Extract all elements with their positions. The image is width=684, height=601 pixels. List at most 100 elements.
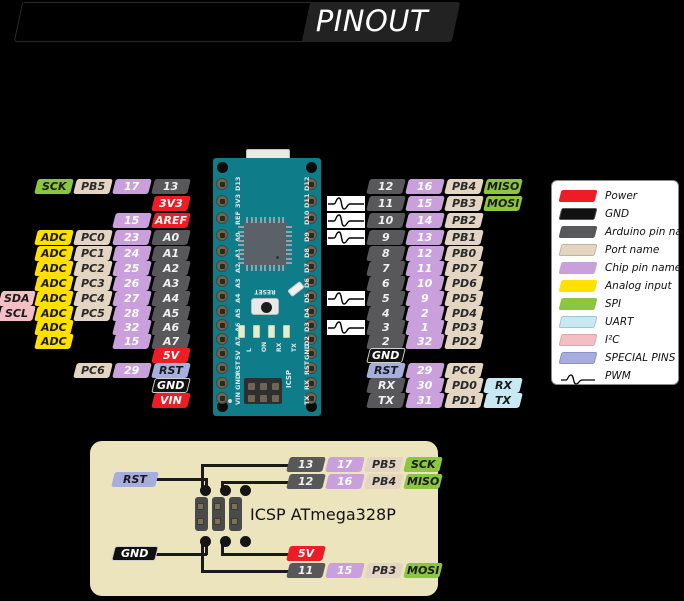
board-pad-gnd[interactable] bbox=[216, 377, 228, 389]
board-pad-a4[interactable] bbox=[216, 290, 228, 302]
pin-chip-pc5[interactable]: PC5 bbox=[73, 306, 113, 321]
pin-chip-a6[interactable]: A6 bbox=[151, 320, 191, 335]
pin-chip-pd1[interactable]: PD1 bbox=[444, 393, 484, 408]
pin-chip-adc[interactable]: ADC bbox=[34, 291, 74, 306]
pin-chip-6[interactable]: 6 bbox=[366, 276, 406, 291]
board-pad-5v[interactable] bbox=[216, 347, 228, 359]
pin-chip-pc4[interactable]: PC4 bbox=[73, 291, 113, 306]
pin-chip-3[interactable]: 3 bbox=[366, 320, 406, 335]
icsp-connector-column[interactable] bbox=[212, 497, 225, 531]
pin-chip-a0[interactable]: A0 bbox=[151, 230, 191, 245]
pin-chip-pb5[interactable]: PB5 bbox=[73, 179, 113, 194]
pin-chip-scl[interactable]: SCL bbox=[0, 306, 36, 321]
pin-chip-gnd[interactable]: GND bbox=[151, 378, 191, 393]
pin-chip-31[interactable]: 31 bbox=[405, 393, 445, 408]
pin-chip-pd2[interactable]: PD2 bbox=[444, 334, 484, 349]
pin-chip-13[interactable]: 13 bbox=[286, 457, 326, 472]
pin-chip-5v[interactable]: 5V bbox=[151, 348, 191, 363]
pin-chip-pd5[interactable]: PD5 bbox=[444, 291, 484, 306]
pin-chip-2[interactable]: 2 bbox=[405, 306, 445, 321]
pin-chip-pb3[interactable]: PB3 bbox=[444, 196, 484, 211]
pin-chip-15[interactable]: 15 bbox=[112, 334, 152, 349]
board-icsp-pin[interactable] bbox=[260, 395, 267, 402]
pin-chip-a1[interactable]: A1 bbox=[151, 246, 191, 261]
pin-chip-miso[interactable]: MISO bbox=[403, 474, 443, 489]
pin-chip-3v3[interactable]: 3V3 bbox=[151, 196, 191, 211]
board-icsp-pin[interactable] bbox=[260, 383, 267, 390]
board-pad-a5[interactable] bbox=[216, 305, 228, 317]
board-pad-d13[interactable] bbox=[216, 178, 228, 190]
pin-chip-mosi[interactable]: MOSI bbox=[483, 196, 523, 211]
pin-chip-pc2[interactable]: PC2 bbox=[73, 261, 113, 276]
pin-chip-gnd[interactable]: GND bbox=[111, 546, 159, 561]
pin-chip-pd0[interactable]: PD0 bbox=[444, 378, 484, 393]
pin-chip-pb3[interactable]: PB3 bbox=[364, 563, 404, 578]
pin-chip-11[interactable]: 11 bbox=[405, 261, 445, 276]
pin-chip-pd4[interactable]: PD4 bbox=[444, 306, 484, 321]
pin-chip-5v[interactable]: 5V bbox=[286, 546, 326, 561]
pin-chip-a3[interactable]: A3 bbox=[151, 276, 191, 291]
pin-chip-a7[interactable]: A7 bbox=[151, 334, 191, 349]
pin-chip-17[interactable]: 17 bbox=[112, 179, 152, 194]
pin-chip-29[interactable]: 29 bbox=[112, 363, 152, 378]
board-pad-rst[interactable] bbox=[216, 362, 228, 374]
pin-chip-gnd[interactable]: GND bbox=[366, 348, 406, 363]
pin-chip-14[interactable]: 14 bbox=[405, 213, 445, 228]
pin-chip-8[interactable]: 8 bbox=[366, 246, 406, 261]
board-pad-a3[interactable] bbox=[216, 275, 228, 287]
pin-chip-11[interactable]: 11 bbox=[366, 196, 406, 211]
pin-chip-pb1[interactable]: PB1 bbox=[444, 230, 484, 245]
pin-chip-adc[interactable]: ADC bbox=[34, 306, 74, 321]
pin-chip-pb2[interactable]: PB2 bbox=[444, 213, 484, 228]
pin-chip-9[interactable]: 9 bbox=[366, 230, 406, 245]
board-pad-a6[interactable] bbox=[216, 319, 228, 331]
pin-chip-pc1[interactable]: PC1 bbox=[73, 246, 113, 261]
board-icsp-pin[interactable] bbox=[272, 395, 279, 402]
pin-chip-pc3[interactable]: PC3 bbox=[73, 276, 113, 291]
pin-chip-2[interactable]: 2 bbox=[366, 334, 406, 349]
pin-chip-sck[interactable]: SCK bbox=[403, 457, 443, 472]
pin-chip-10[interactable]: 10 bbox=[366, 213, 406, 228]
pin-chip-pb5[interactable]: PB5 bbox=[364, 457, 404, 472]
pin-chip-4[interactable]: 4 bbox=[366, 306, 406, 321]
pin-chip-15[interactable]: 15 bbox=[112, 213, 152, 228]
pin-chip-pd3[interactable]: PD3 bbox=[444, 320, 484, 335]
board-pad-a1[interactable] bbox=[216, 245, 228, 257]
pin-chip-5[interactable]: 5 bbox=[366, 291, 406, 306]
pin-chip-miso[interactable]: MISO bbox=[483, 179, 523, 194]
pin-chip-pc0[interactable]: PC0 bbox=[73, 230, 113, 245]
board-pad-3v3[interactable] bbox=[216, 195, 228, 207]
pin-chip-pb4[interactable]: PB4 bbox=[444, 179, 484, 194]
pin-chip-16[interactable]: 16 bbox=[325, 474, 365, 489]
pin-chip-pd7[interactable]: PD7 bbox=[444, 261, 484, 276]
pin-chip-adc[interactable]: ADC bbox=[34, 246, 74, 261]
pin-chip-aref[interactable]: AREF bbox=[151, 213, 191, 228]
board-pad-vin[interactable] bbox=[216, 392, 228, 404]
pin-chip-tx[interactable]: TX bbox=[483, 393, 523, 408]
pin-chip-10[interactable]: 10 bbox=[405, 276, 445, 291]
pin-chip-mosi[interactable]: MOSI bbox=[403, 563, 443, 578]
pin-chip-29[interactable]: 29 bbox=[405, 363, 445, 378]
board-pad-a2[interactable] bbox=[216, 260, 228, 272]
pin-chip-vin[interactable]: VIN bbox=[151, 393, 191, 408]
pin-chip-a5[interactable]: A5 bbox=[151, 306, 191, 321]
pin-chip-pc6[interactable]: PC6 bbox=[73, 363, 113, 378]
pin-chip-15[interactable]: 15 bbox=[405, 196, 445, 211]
pin-chip-pd6[interactable]: PD6 bbox=[444, 276, 484, 291]
pin-chip-tx[interactable]: TX bbox=[366, 393, 406, 408]
pin-chip-15[interactable]: 15 bbox=[325, 563, 365, 578]
pin-chip-adc[interactable]: ADC bbox=[34, 261, 74, 276]
pin-chip-12[interactable]: 12 bbox=[286, 474, 326, 489]
pin-chip-24[interactable]: 24 bbox=[112, 246, 152, 261]
pin-chip-30[interactable]: 30 bbox=[405, 378, 445, 393]
pin-chip-adc[interactable]: ADC bbox=[34, 230, 74, 245]
pin-chip-pb0[interactable]: PB0 bbox=[444, 246, 484, 261]
pin-chip-rst[interactable]: RST bbox=[111, 472, 159, 487]
pin-chip-16[interactable]: 16 bbox=[405, 179, 445, 194]
pin-chip-sck[interactable]: SCK bbox=[34, 179, 74, 194]
pin-chip-27[interactable]: 27 bbox=[112, 291, 152, 306]
pin-chip-26[interactable]: 26 bbox=[112, 276, 152, 291]
board-icsp-pin[interactable] bbox=[248, 395, 255, 402]
pin-chip-adc[interactable]: ADC bbox=[34, 334, 74, 349]
board-pad-ref[interactable] bbox=[216, 212, 228, 224]
